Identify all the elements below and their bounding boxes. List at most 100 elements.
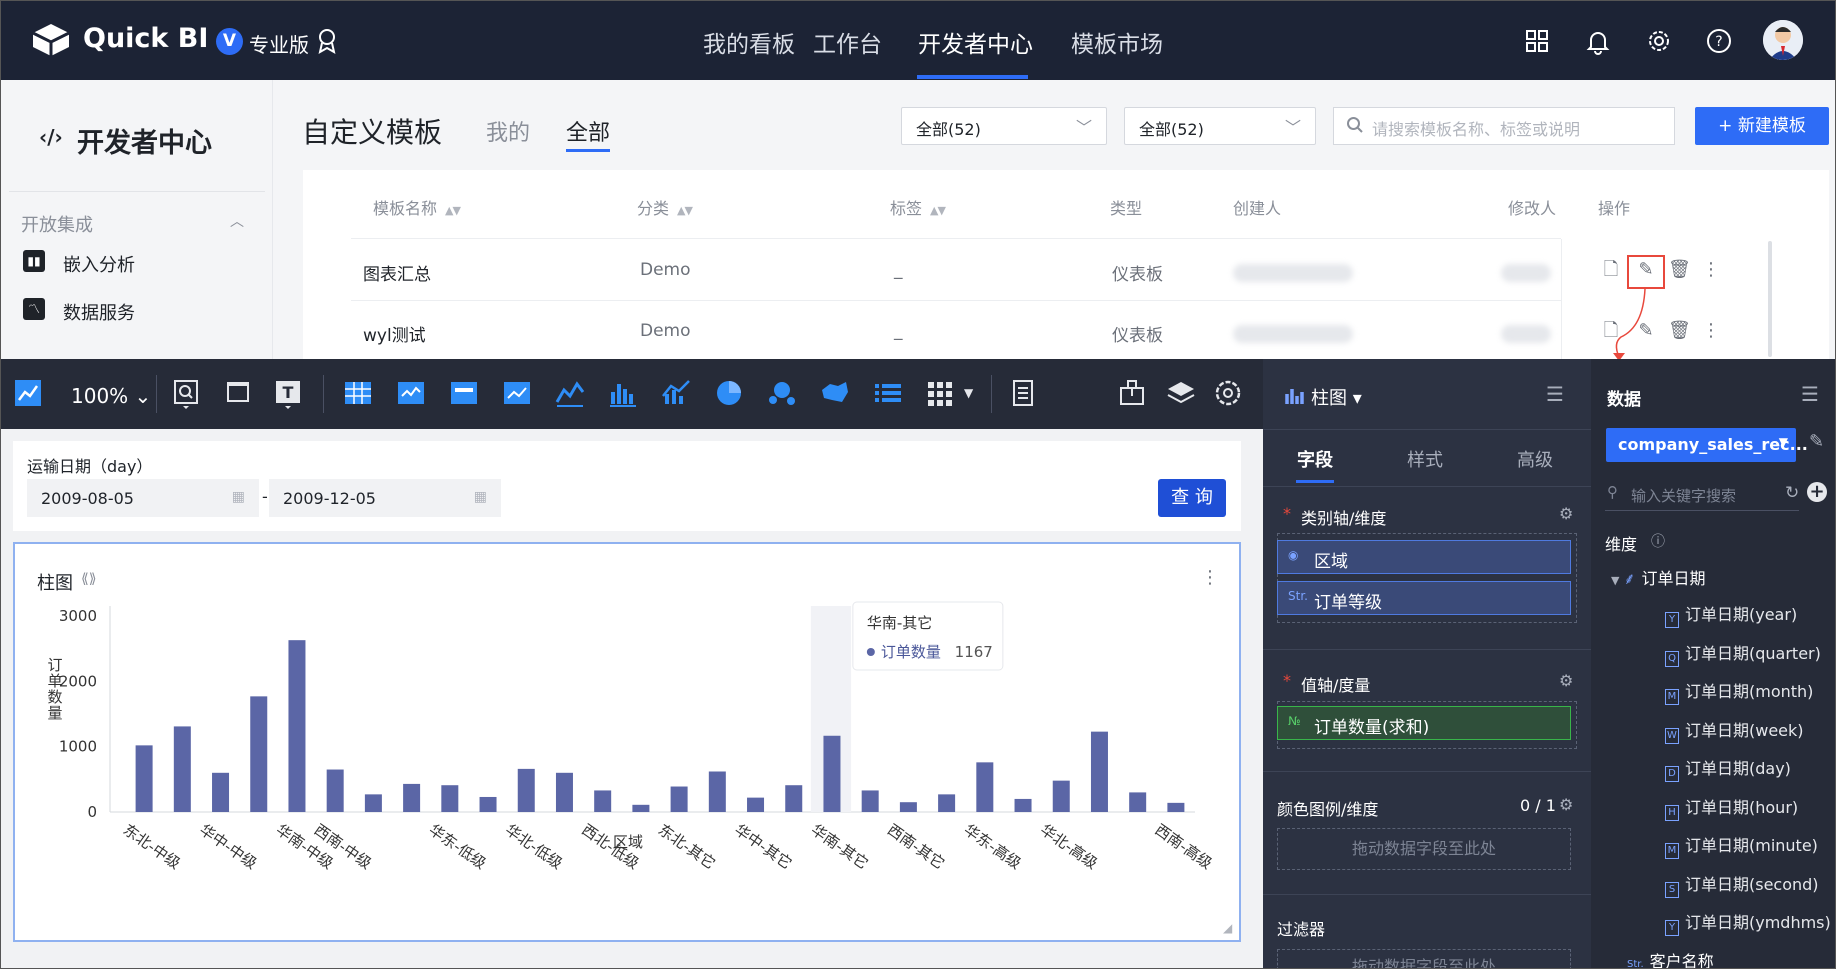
bar[interactable] (861, 790, 879, 812)
more-icon[interactable]: ⋮ (1701, 321, 1721, 341)
bar[interactable] (1129, 792, 1147, 812)
field-date-item[interactable]: D 订单日期(day) (1665, 755, 1791, 782)
add-field-icon[interactable]: + (1807, 482, 1827, 502)
sidebar-item-data-service[interactable]: 数据服务 (63, 299, 135, 325)
date-group[interactable]: ▼ ⸙ 订单日期 (1611, 565, 1706, 589)
quick-bi-logo-icon[interactable] (29, 21, 73, 59)
nav-my-dashboard[interactable]: 我的看板 (703, 25, 795, 59)
bar[interactable] (899, 802, 917, 812)
refresh-icon[interactable]: ↻ (1785, 483, 1799, 503)
sidebar-section-open-integration[interactable]: 开放集成 (21, 211, 93, 237)
start-date-input[interactable]: 2009-08-05 ▦ (27, 479, 259, 517)
field-date-item[interactable]: Y 订单日期(year) (1665, 601, 1797, 628)
info-icon[interactable]: ⓘ (1651, 531, 1665, 551)
bar[interactable] (670, 786, 688, 812)
table-scrollbar[interactable] (1768, 241, 1772, 357)
field-region[interactable]: ◉ 区域 (1277, 540, 1571, 574)
map-chart-icon[interactable] (818, 376, 852, 410)
tab-style[interactable]: 样式 (1407, 446, 1443, 472)
combo-chart-icon[interactable] (659, 376, 693, 410)
bar[interactable] (173, 726, 191, 812)
layers-icon[interactable] (1164, 376, 1198, 410)
tab-advanced[interactable]: 高级 (1517, 446, 1553, 472)
table-chart-icon[interactable] (341, 376, 375, 410)
edit-dataset-icon[interactable]: ✎ (1809, 431, 1824, 452)
bar[interactable] (555, 772, 573, 812)
bar[interactable] (938, 794, 956, 812)
bar[interactable] (976, 762, 994, 812)
collapse-panel-icon[interactable]: ☰ (1801, 382, 1819, 406)
tree-structure-icon[interactable] (1115, 376, 1149, 410)
bar[interactable] (594, 790, 612, 812)
row1-name[interactable]: 图表汇总 (363, 260, 431, 285)
field-date-item[interactable]: Y 订单日期(ymdhms) (1665, 909, 1831, 936)
bar[interactable] (1052, 780, 1070, 812)
settings-gear-icon[interactable] (1211, 376, 1245, 410)
report-icon[interactable] (1006, 376, 1040, 410)
field-date-item[interactable]: Q 订单日期(quarter) (1665, 640, 1821, 667)
field-date-item[interactable]: W 订单日期(week) (1665, 717, 1804, 744)
tab-mine[interactable]: 我的 (486, 115, 530, 147)
bar[interactable] (1167, 802, 1185, 812)
nav-developer-center[interactable]: 开发者中心 (918, 25, 1033, 59)
bar[interactable] (250, 696, 268, 812)
bar[interactable] (747, 797, 765, 812)
field-date-item[interactable]: M 订单日期(minute) (1665, 832, 1818, 859)
settings-gear-icon[interactable]: ⚙ (1559, 671, 1573, 690)
list-chart-icon[interactable] (871, 376, 905, 410)
bar-chart-icon[interactable] (606, 376, 640, 410)
field-date-item[interactable]: S 订单日期(second) (1665, 871, 1819, 898)
bar[interactable] (1014, 798, 1032, 812)
query-button[interactable]: 查 询 (1158, 479, 1226, 517)
color-legend-drop-zone[interactable]: 拖动数据字段至此处 (1277, 828, 1571, 870)
indicator-trend-icon[interactable] (394, 376, 428, 410)
column-header-name[interactable]: 模板名称 ▲▼ (373, 195, 461, 219)
sidebar-item-embed-analysis[interactable]: 嵌入分析 (63, 251, 135, 277)
kpi-board-icon[interactable] (500, 376, 534, 410)
line-chart-icon[interactable] (553, 376, 587, 410)
caret-down-icon[interactable]: ▼ (964, 386, 973, 400)
zoom-select[interactable]: 100% ⌄ (71, 384, 151, 408)
row2-name[interactable]: wyl测试 (363, 321, 426, 346)
settings-gear-icon[interactable]: ⚙ (1559, 795, 1573, 814)
chart-type-select[interactable]: 柱图 ▾ (1311, 384, 1362, 410)
bar[interactable] (288, 640, 306, 812)
apps-grid-icon[interactable] (1523, 27, 1551, 55)
bar[interactable] (441, 785, 459, 812)
settings-gear-icon[interactable] (1645, 27, 1673, 55)
more-icon[interactable]: ⋮ (1701, 260, 1721, 280)
delete-icon[interactable]: 🗑 (1668, 260, 1691, 280)
bar[interactable] (785, 785, 803, 812)
type-filter-select[interactable]: 全部(52) ﹀ (1124, 107, 1316, 145)
field-search-input[interactable]: ⚲ 输入关键字搜索 (1605, 481, 1799, 511)
bar[interactable] (708, 771, 726, 812)
indicator-card-icon[interactable] (447, 376, 481, 410)
column-header-category[interactable]: 分类 ▲▼ (637, 195, 693, 219)
bar[interactable] (403, 783, 421, 812)
bubble-chart-icon[interactable] (765, 376, 799, 410)
more-charts-icon[interactable] (924, 376, 958, 410)
bar[interactable] (517, 768, 535, 812)
column-header-tag[interactable]: 标签 ▲▼ (890, 195, 946, 219)
filter-drop-zone[interactable]: 拖动数据字段至此处 (1277, 949, 1571, 968)
bar[interactable] (212, 772, 230, 812)
collapse-panel-icon[interactable]: ☰ (1546, 382, 1564, 406)
dataset-select[interactable]: company_sales_rec... ▼ (1606, 428, 1808, 462)
tab-fields[interactable]: 字段 (1297, 446, 1333, 472)
bar[interactable] (364, 794, 382, 812)
bar[interactable] (135, 745, 153, 812)
field-order-level[interactable]: Str. 订单等级 (1277, 581, 1571, 615)
chevron-up-icon[interactable]: ︿ (230, 211, 244, 231)
bar[interactable] (326, 769, 344, 812)
brand-name[interactable]: Quick BI (83, 23, 208, 54)
category-filter-select[interactable]: 全部(52) ﹀ (901, 107, 1107, 145)
user-avatar[interactable] (1763, 20, 1803, 60)
field-date-item[interactable]: H 订单日期(hour) (1665, 794, 1798, 821)
bar[interactable] (1090, 731, 1108, 812)
field-order-quantity-sum[interactable]: № 订单数量(求和) (1277, 706, 1571, 740)
bar[interactable] (823, 735, 841, 812)
dashboard-logo-icon[interactable] (13, 378, 43, 408)
tab-component-icon[interactable] (221, 376, 255, 410)
text-component-icon[interactable]: T (271, 376, 305, 410)
query-control-icon[interactable] (169, 376, 203, 410)
